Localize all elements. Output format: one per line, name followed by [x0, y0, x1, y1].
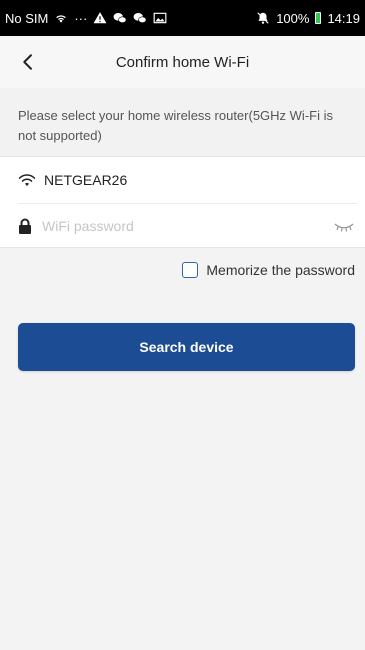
mute-icon: [256, 11, 270, 25]
memorize-password-checkbox[interactable]: Memorize the password: [182, 262, 355, 278]
header: Confirm home Wi-Fi: [0, 36, 365, 88]
image-icon: [153, 11, 167, 25]
clock: 14:19: [327, 10, 360, 26]
status-bar: No SIM ··· 100% 14:19: [0, 0, 365, 36]
eye-closed-icon[interactable]: [333, 219, 355, 233]
page-title: Confirm home Wi-Fi: [115, 53, 250, 71]
wechat-icon: [113, 11, 127, 25]
wechat-icon-2: [133, 11, 147, 25]
ssid-label: NETGEAR26: [44, 172, 128, 188]
warning-icon: [93, 11, 107, 25]
checkbox-box[interactable]: [182, 262, 199, 278]
wifi-signal-icon: [54, 11, 68, 25]
battery-icon: [315, 12, 322, 24]
more-notifications-icon: ···: [74, 10, 88, 26]
wifi-icon: [18, 173, 36, 187]
wifi-password-input[interactable]: [42, 218, 333, 234]
status-right: 100% 14:19: [256, 11, 360, 26]
instruction-text: Please select your home wireless router(…: [0, 88, 365, 156]
battery-percent: 100%: [276, 10, 310, 26]
search-device-button[interactable]: Search device: [18, 323, 355, 371]
ssid-row[interactable]: NETGEAR26: [0, 157, 365, 203]
memorize-label: Memorize the password: [206, 262, 355, 278]
wifi-card: NETGEAR26: [0, 156, 365, 248]
status-left: No SIM ···: [5, 11, 167, 26]
carrier-label: No SIM: [5, 10, 49, 26]
chevron-left-icon: [23, 54, 32, 70]
back-button[interactable]: [14, 48, 42, 76]
lock-icon: [18, 218, 32, 234]
password-row: [0, 204, 365, 248]
